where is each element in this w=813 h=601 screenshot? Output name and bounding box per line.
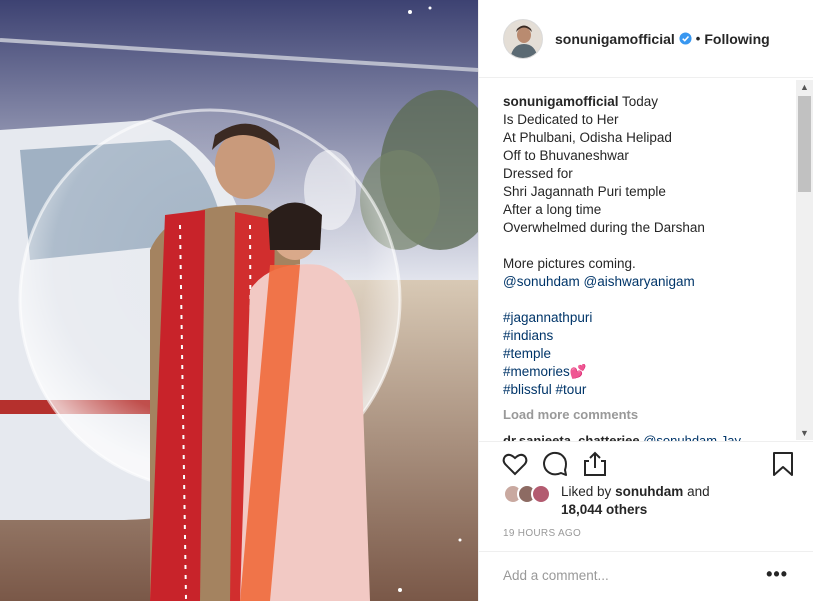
hearts-emoji: 💕 <box>569 364 587 379</box>
add-comment-bar: Add a comment... ••• <box>479 551 813 601</box>
hashtag-link[interactable]: #tour <box>556 382 587 397</box>
likes-text: Liked by sonuhdam and 18,044 others <box>561 483 710 519</box>
post-photo[interactable] <box>0 0 478 601</box>
load-more-comments[interactable]: Load more comments <box>503 407 638 422</box>
photo-illustration <box>0 0 478 601</box>
share-icon[interactable] <box>581 450 609 478</box>
caption-line: Is Dedicated to Her <box>503 112 619 127</box>
comment-item: dr.sanjeeta_chatterjee @sonuhdam Jay <box>503 433 741 441</box>
verified-badge-icon <box>679 32 692 45</box>
post-timestamp[interactable]: 19 HOURS AGO <box>503 528 581 539</box>
comment-icon[interactable] <box>541 450 569 478</box>
caption-username[interactable]: sonunigamofficial <box>503 94 619 109</box>
post-caption: sonunigamofficial Today Is Dedicated to … <box>503 93 793 399</box>
post-header: sonunigamofficial • Following <box>479 0 813 78</box>
liker-avatars[interactable] <box>503 484 555 506</box>
comment-username[interactable]: dr.sanjeeta_chatterjee <box>503 433 640 441</box>
caption-line: At Phulbani, Odisha Helipad <box>503 130 672 145</box>
caption-line: Today <box>622 94 659 109</box>
comment-text[interactable]: @sonuhdam Jay <box>643 433 741 441</box>
avatar-image <box>504 19 542 58</box>
header-separator: • <box>695 31 701 46</box>
mention-link[interactable]: @aishwaryanigam <box>584 274 695 289</box>
liked-by-label: Liked by <box>561 484 612 499</box>
scroll-up-arrow-icon[interactable]: ▲ <box>796 80 813 94</box>
liker-username[interactable]: sonuhdam <box>615 484 683 499</box>
comments-scrollbar[interactable]: ▲ ▼ <box>796 80 813 440</box>
caption-line: Off to Bhuvaneshwar <box>503 148 629 163</box>
avatar[interactable] <box>503 18 543 59</box>
scroll-down-arrow-icon[interactable]: ▼ <box>796 426 813 440</box>
add-comment-input[interactable]: Add a comment... <box>503 568 609 583</box>
hashtag-link[interactable]: #blissful <box>503 382 552 397</box>
instagram-post: sonunigamofficial • Following sonunigamo… <box>0 0 813 601</box>
hashtag-link[interactable]: #jagannathpuri <box>503 309 793 327</box>
hashtag-link[interactable]: #memories <box>503 364 570 379</box>
hashtag-link[interactable]: #temple <box>503 345 793 363</box>
caption-line: Overwhelmed during the Darshan <box>503 220 705 235</box>
caption-more-pictures: More pictures coming. <box>503 256 636 271</box>
caption-line: Dressed for <box>503 166 573 181</box>
hashtag-link[interactable]: #indians <box>503 327 793 345</box>
scroll-thumb[interactable] <box>798 96 811 192</box>
mention-link[interactable]: @sonuhdam <box>503 274 580 289</box>
caption-line: Shri Jagannath Puri temple <box>503 184 666 199</box>
likes-and: and <box>687 484 710 499</box>
likes-summary: Liked by sonuhdam and 18,044 others <box>503 483 710 519</box>
caption-line: After a long time <box>503 202 602 217</box>
header-username[interactable]: sonunigamofficial <box>555 31 675 47</box>
heart-icon[interactable] <box>501 450 529 478</box>
action-bar <box>479 441 813 485</box>
post-details-panel: sonunigamofficial • Following sonunigamo… <box>478 0 813 601</box>
avatar <box>531 484 551 504</box>
bookmark-icon[interactable] <box>769 450 797 478</box>
more-options-icon[interactable]: ••• <box>766 564 788 585</box>
following-button[interactable]: Following <box>704 31 769 47</box>
comments-section: sonunigamofficial Today Is Dedicated to … <box>479 79 813 441</box>
likes-count[interactable]: 18,044 others <box>561 502 647 517</box>
